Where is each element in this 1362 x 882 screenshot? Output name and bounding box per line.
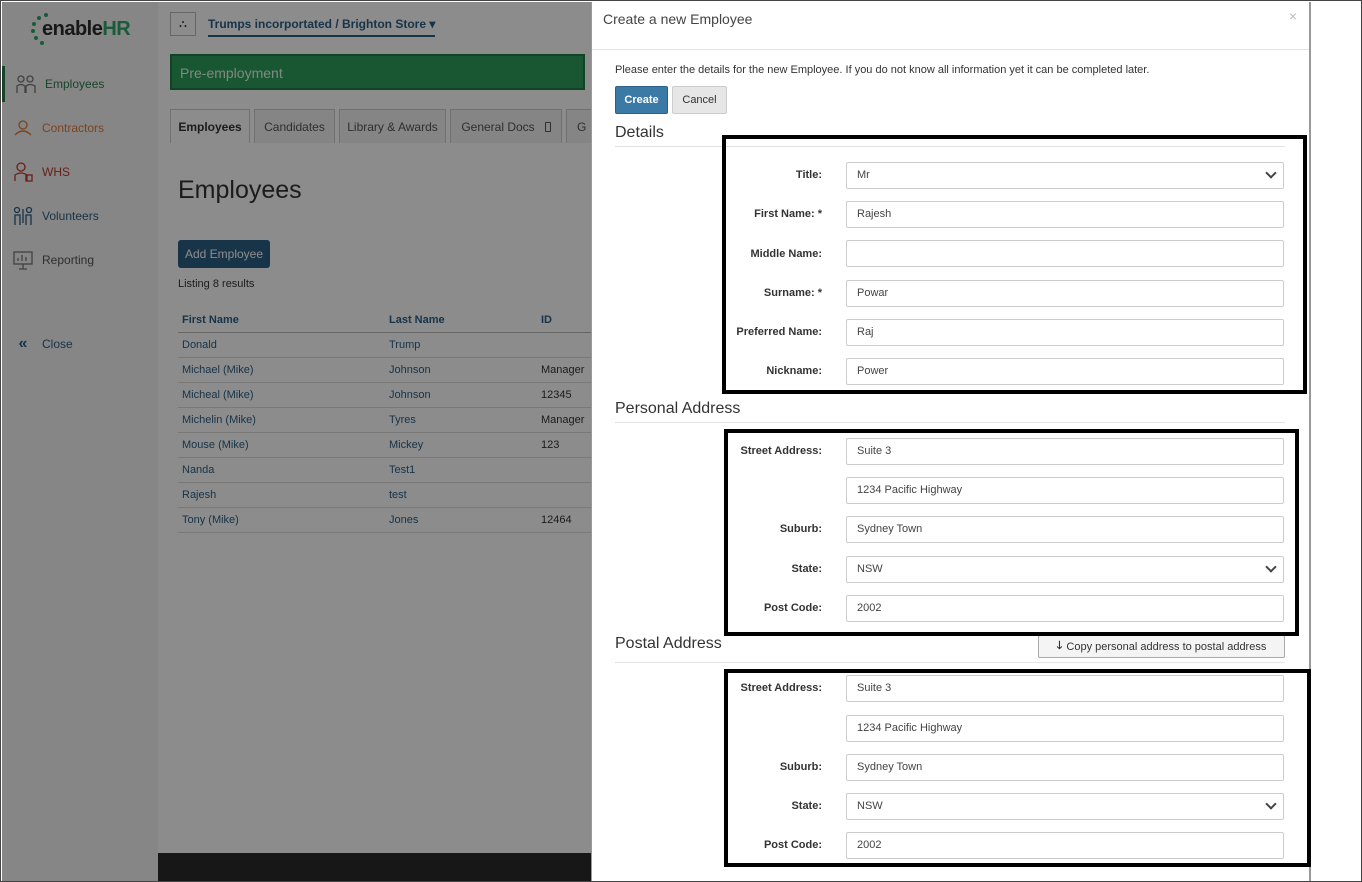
highlight-box-postal-address [724, 669, 1311, 867]
highlight-box-personal-address [724, 429, 1299, 636]
create-button[interactable]: Create [615, 86, 668, 114]
personal-address-title: Personal Address [615, 400, 741, 417]
modal-title: Create a new Employee [603, 11, 753, 27]
details-section-title: Details [615, 124, 664, 141]
section-divider [615, 422, 1285, 423]
copy-address-button[interactable]: 🡓 Copy personal address to postal address [1038, 635, 1285, 658]
highlight-box-details [722, 135, 1307, 394]
page-edge [1310, 2, 1361, 881]
modal-header: Create a new Employee × [592, 2, 1309, 50]
close-icon[interactable]: × [1289, 8, 1297, 24]
postal-address-title: Postal Address [615, 635, 722, 652]
screen-frame: enableHR Employees Contractors WHS Volun… [0, 0, 1362, 882]
modal-backdrop[interactable] [2, 2, 592, 881]
arrow-down-icon: 🡓 [1056, 640, 1063, 652]
section-divider [615, 662, 1285, 663]
cancel-button[interactable]: Cancel [672, 86, 727, 114]
modal-intro-text: Please enter the details for the new Emp… [615, 64, 1150, 76]
